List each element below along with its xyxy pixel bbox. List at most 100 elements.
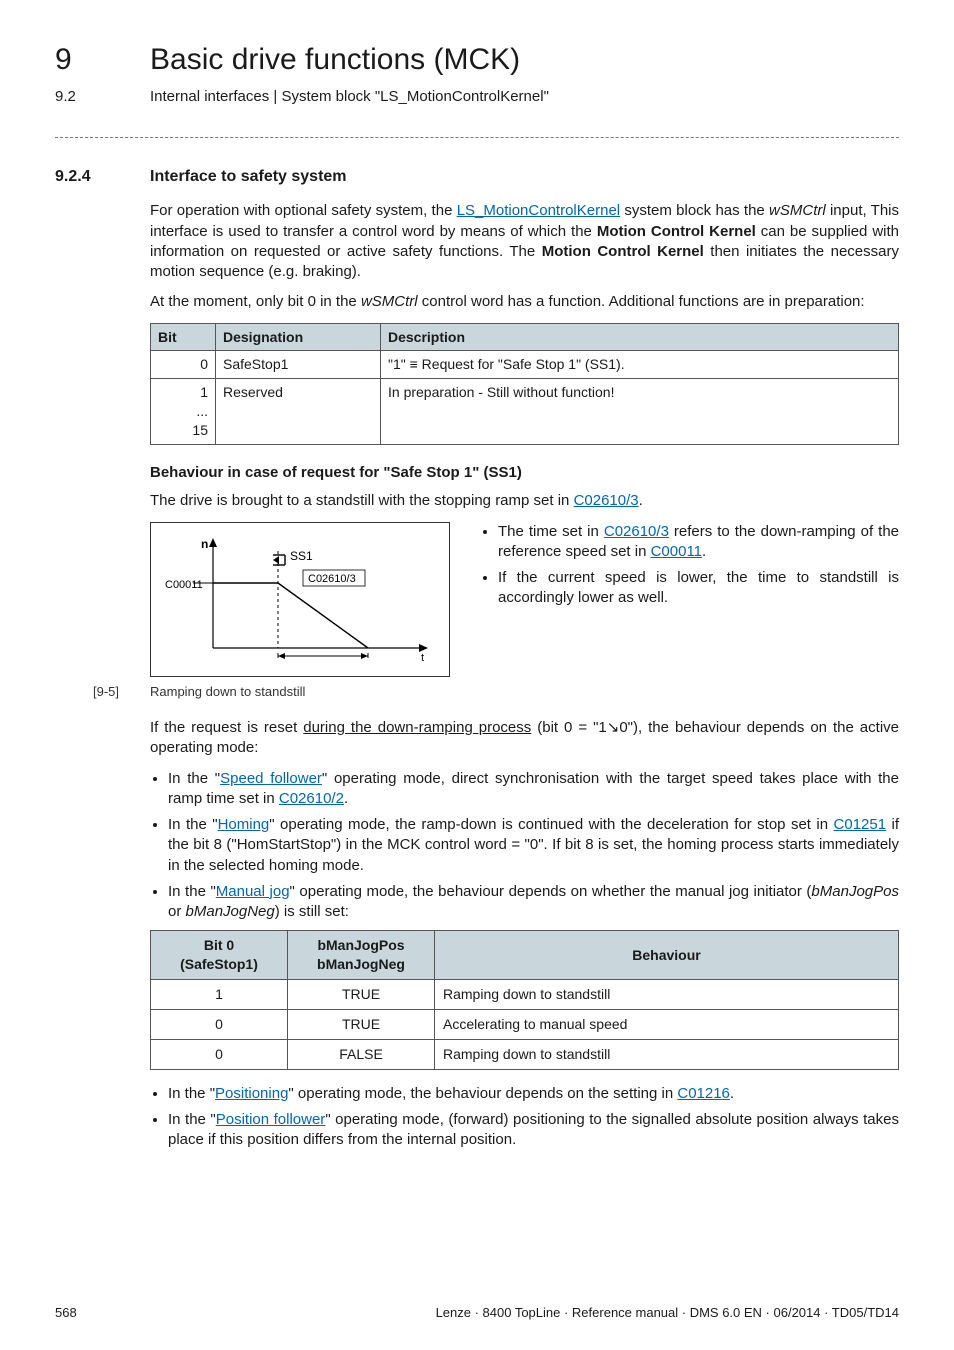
figure-note-item: The time set in C02610/3 refers to the d…	[498, 522, 899, 563]
cell-bmanjog: TRUE	[288, 1010, 435, 1040]
link-c02610-3[interactable]: C02610/3	[574, 492, 639, 509]
chapter-title: Basic drive functions (MCK)	[150, 43, 520, 76]
text: .	[344, 790, 348, 807]
behaviour-heading: Behaviour in case of request for "Safe S…	[150, 463, 899, 483]
text: .	[639, 492, 643, 509]
cell-designation: Reserved	[216, 379, 381, 445]
link-c01251[interactable]: C01251	[834, 816, 887, 833]
bits-table: Bit Designation Description 0 SafeStop1 …	[150, 323, 899, 445]
figure-note-item: If the current speed is lower, the time …	[498, 568, 899, 609]
cell-behaviour: Ramping down to standstill	[435, 980, 899, 1010]
text: " operating mode, the behaviour depends …	[290, 883, 812, 900]
text: " operating mode, the behaviour depends …	[288, 1085, 677, 1102]
bold-motion-control-kernel: Motion Control Kernel	[542, 243, 704, 260]
subsection-number: 9.2.4	[55, 166, 150, 188]
ss1-label: SS1	[290, 549, 313, 563]
header-divider	[55, 137, 899, 138]
subsection-title: Interface to safety system	[150, 168, 347, 185]
text: control word has a function. Additional …	[418, 293, 865, 310]
section-number: 9.2	[55, 87, 150, 107]
subsection-heading: 9.2.4Interface to safety system	[55, 166, 899, 188]
page-number: 568	[55, 1304, 77, 1322]
text: For operation with optional safety syste…	[150, 202, 457, 219]
col-bit: Bit	[151, 323, 216, 351]
ramp-code-label: C02610/3	[308, 573, 356, 585]
text: In the "	[168, 770, 220, 787]
figure-caption: [9-5]Ramping down to standstill	[93, 683, 899, 701]
emphasis-wsmctrl: wSMCtrl	[361, 293, 418, 310]
paragraph-bit0: At the moment, only bit 0 in the wSMCtrl…	[150, 292, 899, 312]
text: The time set in	[498, 523, 604, 540]
cell-bit: 1 ... 15	[151, 379, 216, 445]
axis-t-label: t	[421, 652, 424, 664]
text: or	[168, 903, 186, 920]
link-ls-motioncontrolkernel[interactable]: LS_MotionControlKernel	[457, 202, 620, 219]
cell-bit0: 0	[151, 1039, 288, 1069]
underline-during-ramp: during the down-ramping process	[303, 719, 531, 736]
figure-svg: n C00011 SS1 C02610/3 t	[163, 533, 438, 668]
cell-bit0: 1	[151, 980, 288, 1010]
col-bit0: Bit 0 (SafeStop1)	[151, 931, 288, 980]
list-item: In the "Homing" operating mode, the ramp…	[168, 815, 899, 876]
list-item: In the "Speed follower" operating mode, …	[168, 769, 899, 810]
page-footer: 568 Lenze · 8400 TopLine · Reference man…	[55, 1304, 899, 1322]
text: .	[702, 543, 706, 560]
cell-behaviour: Ramping down to standstill	[435, 1039, 899, 1069]
section-header: 9.2Internal interfaces | System block "L…	[55, 87, 899, 107]
table-row: 0 TRUE Accelerating to manual speed	[151, 1010, 899, 1040]
caption-number: [9-5]	[93, 683, 150, 701]
emphasis-bmanjogneg: bManJogNeg	[186, 903, 275, 920]
table-row: 0 FALSE Ramping down to standstill	[151, 1039, 899, 1069]
cell-behaviour: Accelerating to manual speed	[435, 1010, 899, 1040]
figure-notes: The time set in C02610/3 refers to the d…	[480, 522, 899, 677]
c00011-label: C00011	[165, 579, 203, 591]
text: system block has the	[620, 202, 769, 219]
cell-bmanjog: TRUE	[288, 980, 435, 1010]
table-row: 0 SafeStop1 "1" ≡ Request for "Safe Stop…	[151, 351, 899, 379]
table-row: 1 ... 15 Reserved In preparation - Still…	[151, 379, 899, 445]
link-c00011[interactable]: C00011	[651, 543, 702, 560]
text: ) is still set:	[275, 903, 349, 920]
cell-bmanjog: FALSE	[288, 1039, 435, 1069]
cell-designation: SafeStop1	[216, 351, 381, 379]
paragraph-intro: For operation with optional safety syste…	[150, 201, 899, 282]
cell-description: In preparation - Still without function!	[381, 379, 899, 445]
link-positioning[interactable]: Positioning	[215, 1085, 288, 1102]
table-header-row: Bit 0 (SafeStop1) bManJogPos bManJogNeg …	[151, 931, 899, 980]
bold-motion-control-kernel: Motion Control Kernel	[597, 223, 756, 240]
chapter-number: 9	[55, 40, 150, 81]
text: In the "	[168, 816, 218, 833]
cell-bit0: 0	[151, 1010, 288, 1040]
paragraph-standstill: The drive is brought to a standstill wit…	[150, 491, 899, 511]
list-item: In the "Manual jog" operating mode, the …	[168, 882, 899, 923]
link-c02610-2[interactable]: C02610/2	[279, 790, 344, 807]
paragraph-reset: If the request is reset during the down-…	[150, 718, 899, 759]
emphasis-bmanjogpos: bManJogPos	[811, 883, 899, 900]
link-speed-follower[interactable]: Speed follower	[220, 770, 322, 787]
col-description: Description	[381, 323, 899, 351]
link-homing[interactable]: Homing	[218, 816, 270, 833]
col-bmanjog: bManJogPos bManJogNeg	[288, 931, 435, 980]
col-designation: Designation	[216, 323, 381, 351]
text: If the request is reset	[150, 719, 303, 736]
list-item: In the "Positioning" operating mode, the…	[168, 1084, 899, 1104]
mode-bullets: In the "Speed follower" operating mode, …	[150, 769, 899, 923]
text: " operating mode, the ramp-down is conti…	[269, 816, 833, 833]
text: The drive is brought to a standstill wit…	[150, 492, 574, 509]
figure-ramping: n C00011 SS1 C02610/3 t	[150, 522, 450, 677]
link-c01216[interactable]: C01216	[677, 1085, 730, 1102]
table-row: 1 TRUE Ramping down to standstill	[151, 980, 899, 1010]
link-c02610-3[interactable]: C02610/3	[604, 523, 669, 540]
table-header-row: Bit Designation Description	[151, 323, 899, 351]
caption-text: Ramping down to standstill	[150, 684, 305, 699]
link-position-follower[interactable]: Position follower	[216, 1111, 326, 1128]
chapter-header: 9Basic drive functions (MCK)	[55, 40, 899, 81]
text: In the "	[168, 1085, 215, 1102]
text: At the moment, only bit 0 in the	[150, 293, 361, 310]
behaviour-table: Bit 0 (SafeStop1) bManJogPos bManJogNeg …	[150, 930, 899, 1069]
cell-description: "1" ≡ Request for "Safe Stop 1" (SS1).	[381, 351, 899, 379]
link-manual-jog[interactable]: Manual jog	[216, 883, 290, 900]
text: In the "	[168, 1111, 216, 1128]
section-title: Internal interfaces | System block "LS_M…	[150, 88, 549, 105]
cell-bit: 0	[151, 351, 216, 379]
